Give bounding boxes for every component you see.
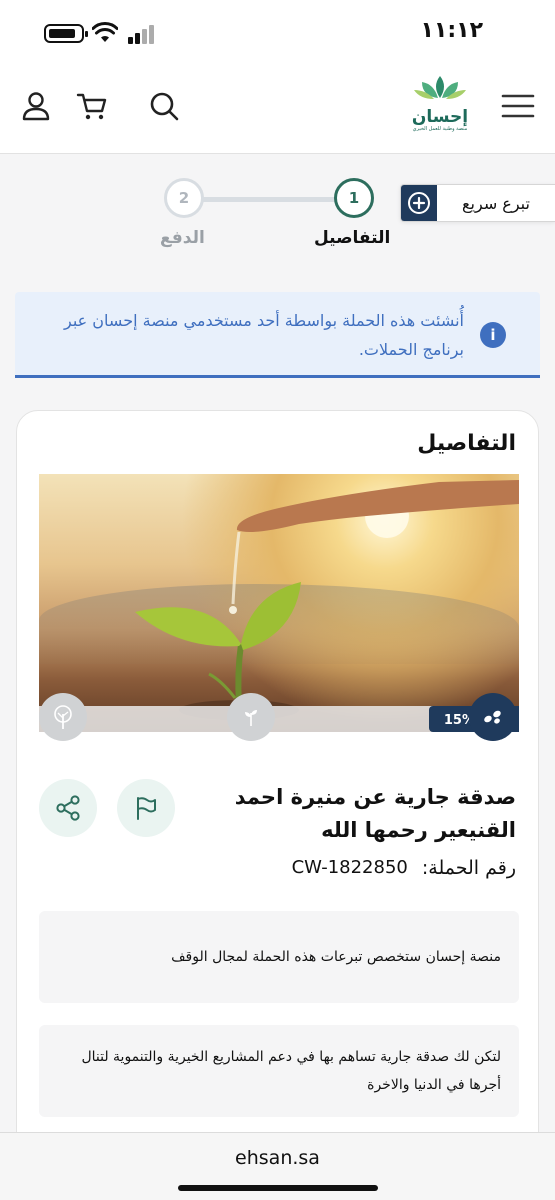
seedling-illustration <box>135 480 519 720</box>
quick-donate-button[interactable]: تبرع سريع <box>400 184 555 222</box>
search-button[interactable] <box>142 84 186 128</box>
home-indicator <box>178 1185 378 1191</box>
site-header: إحسان منصة وطنية للعمل الخيري <box>0 62 555 154</box>
ehsan-logo[interactable]: إحسان منصة وطنية للعمل الخيري <box>400 72 480 144</box>
campaign-image: 15% <box>39 474 519 732</box>
progress-marker-sprout <box>227 693 275 741</box>
logo-subtitle: منصة وطنية للعمل الخيري <box>412 126 468 132</box>
menu-icon <box>501 94 535 118</box>
plus-circle-icon <box>408 192 430 214</box>
menu-button[interactable] <box>496 84 540 128</box>
logo-name: إحسان <box>411 107 469 127</box>
step-1-circle: 1 <box>334 178 374 218</box>
tree-icon <box>54 705 72 729</box>
status-bar: ١١:١٢ <box>0 0 555 62</box>
signal-icon <box>128 24 156 44</box>
status-time: ١١:١٢ <box>420 18 483 43</box>
progress-marker-current <box>469 693 517 741</box>
info-banner: i أُنشئت هذه الحملة بواسطة أحد مستخدمي م… <box>15 292 540 378</box>
sprout-icon <box>245 710 257 726</box>
details-card: التفاصيل 15% صدقة جارية عن منيرة احمد ال… <box>16 410 539 1190</box>
steps-connector <box>200 197 336 202</box>
note-box: منصة إحسان ستخصص تبرعات هذه الحملة لمجال… <box>39 911 519 1003</box>
step-2-circle: 2 <box>164 178 204 218</box>
note-text: منصة إحسان ستخصص تبرعات هذه الحملة لمجال… <box>171 949 501 965</box>
campaign-number-row: رقم الحملة: CW-1822850 <box>292 857 516 879</box>
step-2-label: الدفع <box>160 228 205 248</box>
info-banner-text: أُنشئت هذه الحملة بواسطة أحد مستخدمي منص… <box>64 311 464 359</box>
share-button[interactable] <box>39 779 97 837</box>
report-button[interactable] <box>117 779 175 837</box>
logo-leaves-icon <box>414 76 466 99</box>
campaign-number-value: CW-1822850 <box>291 857 408 878</box>
wifi-icon <box>92 22 118 42</box>
details-title: التفاصيل <box>417 431 516 456</box>
share-icon <box>56 795 80 821</box>
cart-icon <box>76 93 107 120</box>
step-1-label: التفاصيل <box>314 228 391 248</box>
note-box: لتكن لك صدقة جارية تساهم بها في دعم المش… <box>39 1025 519 1117</box>
user-icon <box>22 92 50 121</box>
url-text[interactable]: ehsan.sa <box>0 1147 555 1169</box>
user-button[interactable] <box>14 84 58 128</box>
battery-icon <box>44 24 88 43</box>
note-text: لتكن لك صدقة جارية تساهم بها في دعم المش… <box>81 1049 501 1093</box>
cart-button[interactable] <box>70 84 114 128</box>
info-icon: i <box>480 322 506 348</box>
flag-icon <box>137 797 156 820</box>
quick-donate-plus <box>401 185 437 221</box>
seed-icon <box>484 710 501 724</box>
quick-donate-label: تبرع سريع <box>462 193 530 213</box>
campaign-number-label: رقم الحملة: <box>421 857 516 879</box>
browser-url-bar[interactable]: ehsan.sa <box>0 1132 555 1200</box>
progress-marker-tree <box>39 693 87 741</box>
campaign-title: صدقة جارية عن منيرة احمد القنيعير رحمها … <box>234 785 516 842</box>
search-icon <box>150 92 179 121</box>
